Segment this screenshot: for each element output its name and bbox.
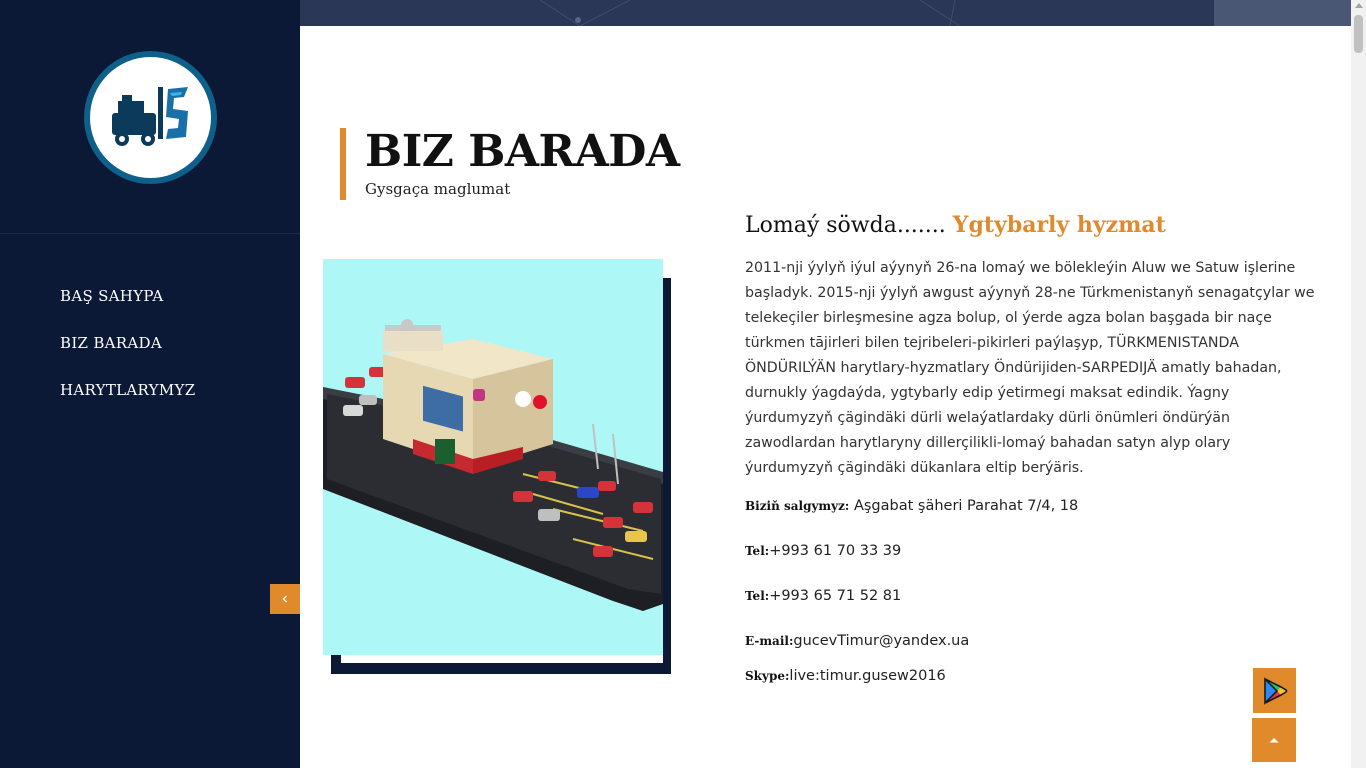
nav-item-home[interactable]: BAŞ SAHYPA	[60, 287, 195, 306]
forklift-logo-icon	[112, 87, 188, 146]
sidebar-collapse-button[interactable]	[270, 584, 300, 614]
banner-network-pattern	[539, 0, 961, 26]
nav-item-products[interactable]: HARYTLARYMYZ	[60, 381, 195, 400]
google-play-button[interactable]	[1253, 668, 1296, 713]
sidebar-divider	[0, 233, 300, 234]
phone-line-1: Tel:+993 61 70 33 39	[745, 543, 901, 559]
top-banner-right	[1214, 0, 1351, 26]
tagline-prefix: Lomaý söwda.......	[745, 213, 946, 238]
scroll-to-top-button[interactable]	[1252, 718, 1296, 762]
skype-line: Skype:live:timur.gusew2016	[745, 668, 946, 684]
logo[interactable]	[84, 51, 217, 184]
phone-value-1[interactable]: +993 61 70 33 39	[769, 543, 901, 559]
about-illustration	[323, 259, 663, 655]
phone-value-2[interactable]: +993 65 71 52 81	[769, 588, 901, 604]
nav-item-about[interactable]: BIZ BARADA	[60, 334, 195, 353]
skype-value[interactable]: live:timur.gusew2016	[789, 668, 945, 684]
page-subtitle: Gysgaça maglumat	[365, 180, 511, 198]
scroll-up-arrow-icon[interactable]	[1355, 3, 1363, 8]
google-play-icon	[1263, 676, 1287, 705]
phone-city-illustration	[323, 319, 663, 611]
sidebar: BAŞ SAHYPA BIZ BARADA HARYTLARYMYZ	[0, 0, 300, 768]
tagline: Lomaý söwda....... Ygtybarly hyzmat	[745, 210, 1166, 241]
arrow-up-icon	[1269, 738, 1279, 743]
chevron-left-icon	[282, 595, 287, 603]
sidebar-nav: BAŞ SAHYPA BIZ BARADA HARYTLARYMYZ	[60, 287, 195, 428]
tagline-accent: Ygtybarly hyzmat	[952, 212, 1166, 238]
heading-accent-bar	[340, 128, 346, 200]
address-label: Biziň salgymyz:	[745, 499, 850, 513]
skype-label: Skype:	[745, 669, 790, 683]
page-title: BIZ BARADA	[365, 126, 680, 177]
scroll-thumb[interactable]	[1354, 15, 1363, 53]
top-banner	[300, 0, 1214, 26]
email-value[interactable]: gucevTimur@yandex.ua	[793, 633, 969, 649]
about-paragraph: 2011-nji ýylyň iýul aýynyň 26-na lomaý w…	[745, 260, 1315, 476]
image-white-edge	[341, 655, 663, 663]
email-label: E-mail:	[745, 634, 794, 648]
phone-line-2: Tel:+993 65 71 52 81	[745, 588, 901, 604]
phone-label-2: Tel:	[745, 589, 770, 603]
logo-inner	[90, 57, 211, 178]
address-value: Aşgabat şäheri Parahat 7/4, 18	[853, 498, 1079, 514]
address-line: Biziň salgymyz: Aşgabat şäheri Parahat 7…	[745, 498, 1078, 514]
phone-label-1: Tel:	[745, 544, 770, 558]
page-scrollbar[interactable]	[1351, 0, 1366, 768]
email-line: E-mail:gucevTimur@yandex.ua	[745, 633, 969, 649]
